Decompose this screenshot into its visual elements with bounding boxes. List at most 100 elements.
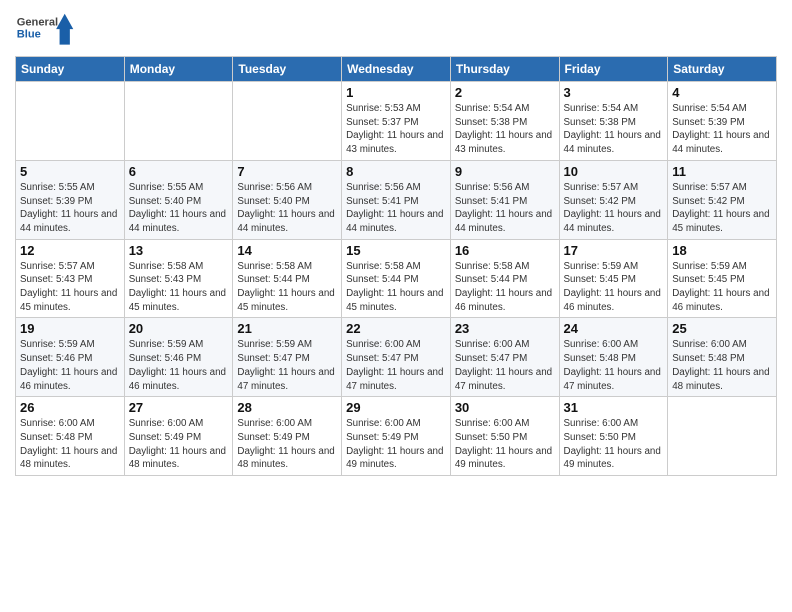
day-info: Sunrise: 5:59 AM Sunset: 5:45 PM Dayligh…: [672, 260, 772, 315]
day-info: Sunrise: 5:57 AM Sunset: 5:42 PM Dayligh…: [564, 181, 664, 236]
calendar-cell: 13Sunrise: 5:58 AM Sunset: 5:43 PM Dayli…: [124, 239, 233, 318]
calendar-cell: 1 Sunrise: 5:53 AM Sunset: 5:37 PM Daylig…: [342, 82, 451, 161]
day-info: Sunrise: 5:58 AM Sunset: 5:44 PM Dayligh…: [455, 260, 555, 315]
day-number: 19: [20, 321, 120, 336]
day-number: 28: [237, 400, 337, 415]
calendar-cell: 7Sunrise: 5:56 AM Sunset: 5:40 PM Daylig…: [233, 160, 342, 239]
calendar-cell: 11 Sunrise: 5:57 AM Sunset: 5:42 PM Dayli…: [668, 160, 777, 239]
logo-svg: General Blue: [15, 10, 75, 50]
day-info: Sunrise: 5:58 AM Sunset: 5:44 PM Dayligh…: [346, 260, 446, 315]
calendar-cell: 18 Sunrise: 5:59 AM Sunset: 5:45 PM Dayli…: [668, 239, 777, 318]
day-info: Sunrise: 5:59 AM Sunset: 5:46 PM Dayligh…: [20, 338, 120, 393]
day-number: 10: [564, 164, 664, 179]
weekday-header-saturday: Saturday: [668, 57, 777, 82]
day-number: 20: [129, 321, 229, 336]
day-info: Sunrise: 5:58 AM Sunset: 5:44 PM Dayligh…: [237, 260, 337, 315]
calendar-cell: 17 Sunrise: 5:59 AM Sunset: 5:45 PM Dayli…: [559, 239, 668, 318]
svg-text:Blue: Blue: [17, 29, 41, 41]
calendar-cell: 23 Sunrise: 6:00 AM Sunset: 5:47 PM Dayli…: [450, 318, 559, 397]
day-info: Sunrise: 5:59 AM Sunset: 5:45 PM Dayligh…: [564, 260, 664, 315]
day-info: Sunrise: 6:00 AM Sunset: 5:50 PM Dayligh…: [455, 417, 555, 472]
calendar-cell: [233, 82, 342, 161]
day-info: Sunrise: 6:00 AM Sunset: 5:50 PM Dayligh…: [564, 417, 664, 472]
day-info: Sunrise: 5:54 AM Sunset: 5:38 PM Dayligh…: [455, 102, 555, 157]
day-number: 12: [20, 243, 120, 258]
day-number: 1: [346, 85, 446, 100]
day-info: Sunrise: 6:00 AM Sunset: 5:49 PM Dayligh…: [129, 417, 229, 472]
day-number: 17: [564, 243, 664, 258]
weekday-header-friday: Friday: [559, 57, 668, 82]
day-number: 14: [237, 243, 337, 258]
day-info: Sunrise: 5:55 AM Sunset: 5:39 PM Dayligh…: [20, 181, 120, 236]
weekday-header-wednesday: Wednesday: [342, 57, 451, 82]
calendar-cell: 15 Sunrise: 5:58 AM Sunset: 5:44 PM Dayli…: [342, 239, 451, 318]
calendar-cell: 26 Sunrise: 6:00 AM Sunset: 5:48 PM Dayli…: [16, 397, 125, 476]
day-number: 26: [20, 400, 120, 415]
day-number: 23: [455, 321, 555, 336]
calendar-cell: 28 Sunrise: 6:00 AM Sunset: 5:49 PM Dayli…: [233, 397, 342, 476]
day-number: 31: [564, 400, 664, 415]
day-number: 18: [672, 243, 772, 258]
calendar-cell: 2 Sunrise: 5:54 AM Sunset: 5:38 PM Daylig…: [450, 82, 559, 161]
calendar-cell: 9Sunrise: 5:56 AM Sunset: 5:41 PM Daylig…: [450, 160, 559, 239]
page-header: General Blue: [15, 10, 777, 50]
calendar-cell: 27 Sunrise: 6:00 AM Sunset: 5:49 PM Dayli…: [124, 397, 233, 476]
day-info: Sunrise: 5:59 AM Sunset: 5:47 PM Dayligh…: [237, 338, 337, 393]
day-info: Sunrise: 6:00 AM Sunset: 5:47 PM Dayligh…: [455, 338, 555, 393]
day-info: Sunrise: 6:00 AM Sunset: 5:49 PM Dayligh…: [346, 417, 446, 472]
day-number: 15: [346, 243, 446, 258]
day-number: 2: [455, 85, 555, 100]
calendar-cell: 30 Sunrise: 6:00 AM Sunset: 5:50 PM Dayli…: [450, 397, 559, 476]
day-number: 8: [346, 164, 446, 179]
calendar-cell: 12 Sunrise: 5:57 AM Sunset: 5:43 PM Dayli…: [16, 239, 125, 318]
calendar-cell: 8 Sunrise: 5:56 AM Sunset: 5:41 PM Daylig…: [342, 160, 451, 239]
day-info: Sunrise: 6:00 AM Sunset: 5:48 PM Dayligh…: [20, 417, 120, 472]
day-number: 4: [672, 85, 772, 100]
day-number: 21: [237, 321, 337, 336]
calendar-cell: 4 Sunrise: 5:54 AM Sunset: 5:39 PM Daylig…: [668, 82, 777, 161]
logo: General Blue: [15, 10, 75, 50]
calendar-cell: 21 Sunrise: 5:59 AM Sunset: 5:47 PM Dayli…: [233, 318, 342, 397]
calendar-week-row: 1 Sunrise: 5:53 AM Sunset: 5:37 PM Daylig…: [16, 82, 777, 161]
day-number: 30: [455, 400, 555, 415]
calendar-cell: 31 Sunrise: 6:00 AM Sunset: 5:50 PM Dayli…: [559, 397, 668, 476]
calendar-week-row: 26 Sunrise: 6:00 AM Sunset: 5:48 PM Dayli…: [16, 397, 777, 476]
svg-text:General: General: [17, 17, 58, 29]
calendar-cell: [124, 82, 233, 161]
day-info: Sunrise: 5:53 AM Sunset: 5:37 PM Dayligh…: [346, 102, 446, 157]
day-number: 3: [564, 85, 664, 100]
calendar-week-row: 5 Sunrise: 5:55 AM Sunset: 5:39 PM Daylig…: [16, 160, 777, 239]
day-info: Sunrise: 5:56 AM Sunset: 5:41 PM Dayligh…: [455, 181, 555, 236]
day-info: Sunrise: 6:00 AM Sunset: 5:47 PM Dayligh…: [346, 338, 446, 393]
calendar-cell: 24Sunrise: 6:00 AM Sunset: 5:48 PM Dayli…: [559, 318, 668, 397]
calendar-cell: 19 Sunrise: 5:59 AM Sunset: 5:46 PM Dayli…: [16, 318, 125, 397]
day-info: Sunrise: 5:59 AM Sunset: 5:46 PM Dayligh…: [129, 338, 229, 393]
day-number: 5: [20, 164, 120, 179]
calendar-cell: 29Sunrise: 6:00 AM Sunset: 5:49 PM Dayli…: [342, 397, 451, 476]
day-number: 7: [237, 164, 337, 179]
day-info: Sunrise: 5:54 AM Sunset: 5:39 PM Dayligh…: [672, 102, 772, 157]
calendar-cell: 22 Sunrise: 6:00 AM Sunset: 5:47 PM Dayli…: [342, 318, 451, 397]
calendar-cell: 3 Sunrise: 5:54 AM Sunset: 5:38 PM Daylig…: [559, 82, 668, 161]
calendar-cell: 10 Sunrise: 5:57 AM Sunset: 5:42 PM Dayli…: [559, 160, 668, 239]
calendar-cell: 16Sunrise: 5:58 AM Sunset: 5:44 PM Dayli…: [450, 239, 559, 318]
day-info: Sunrise: 6:00 AM Sunset: 5:48 PM Dayligh…: [564, 338, 664, 393]
day-info: Sunrise: 5:57 AM Sunset: 5:43 PM Dayligh…: [20, 260, 120, 315]
day-info: Sunrise: 6:00 AM Sunset: 5:49 PM Dayligh…: [237, 417, 337, 472]
weekday-header-tuesday: Tuesday: [233, 57, 342, 82]
day-info: Sunrise: 5:57 AM Sunset: 5:42 PM Dayligh…: [672, 181, 772, 236]
calendar-cell: 5 Sunrise: 5:55 AM Sunset: 5:39 PM Daylig…: [16, 160, 125, 239]
day-info: Sunrise: 5:55 AM Sunset: 5:40 PM Dayligh…: [129, 181, 229, 236]
calendar-cell: 6Sunrise: 5:55 AM Sunset: 5:40 PM Daylig…: [124, 160, 233, 239]
day-number: 11: [672, 164, 772, 179]
calendar-week-row: 12 Sunrise: 5:57 AM Sunset: 5:43 PM Dayli…: [16, 239, 777, 318]
day-info: Sunrise: 5:56 AM Sunset: 5:41 PM Dayligh…: [346, 181, 446, 236]
weekday-header-monday: Monday: [124, 57, 233, 82]
weekday-header-thursday: Thursday: [450, 57, 559, 82]
day-info: Sunrise: 5:54 AM Sunset: 5:38 PM Dayligh…: [564, 102, 664, 157]
day-number: 27: [129, 400, 229, 415]
calendar-cell: 14 Sunrise: 5:58 AM Sunset: 5:44 PM Dayli…: [233, 239, 342, 318]
day-number: 13: [129, 243, 229, 258]
day-number: 22: [346, 321, 446, 336]
calendar-cell: [668, 397, 777, 476]
